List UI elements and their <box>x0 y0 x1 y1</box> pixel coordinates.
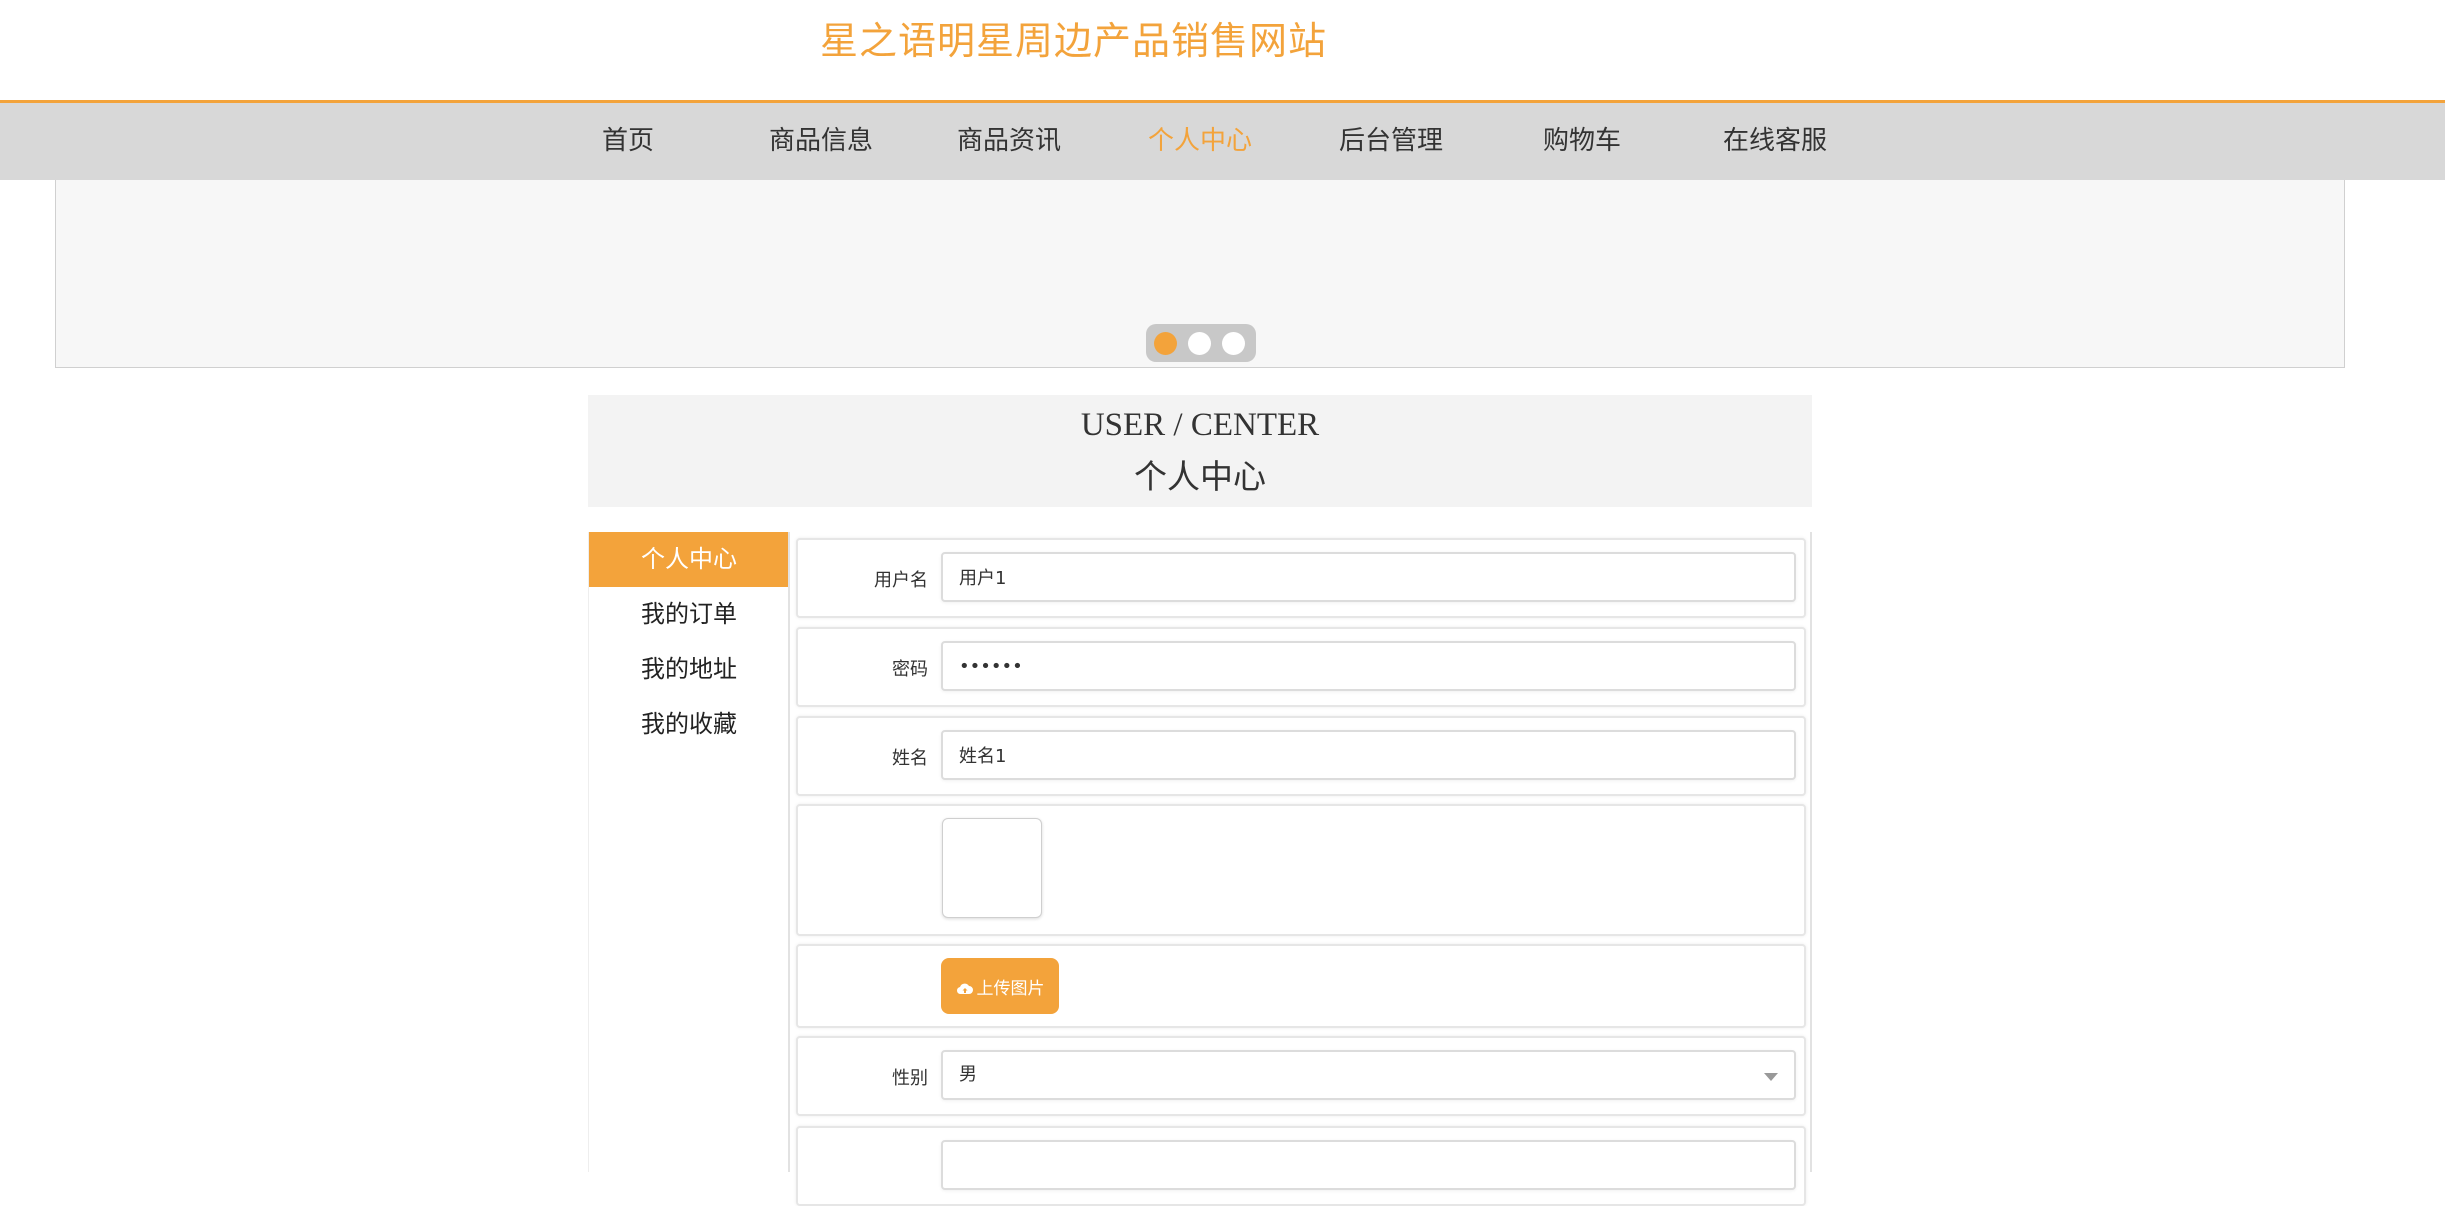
carousel-dot-1[interactable] <box>1154 332 1177 355</box>
name-label: 姓名 <box>892 748 928 769</box>
phone-input[interactable] <box>941 1140 1796 1190</box>
sidebar-item-favorites[interactable]: 我的收藏 <box>589 697 789 752</box>
site-title: 星之语明星周边产品销售网站 <box>820 19 1328 63</box>
name-input[interactable] <box>941 730 1796 780</box>
user-sidebar: 个人中心 我的订单 我的地址 我的收藏 <box>588 532 789 1172</box>
gender-select[interactable]: 男 <box>941 1050 1796 1100</box>
section-header: USER / CENTER 个人中心 <box>588 395 1812 507</box>
form-row-name: 姓名 <box>796 716 1806 796</box>
form-row-phone <box>796 1126 1806 1206</box>
form-row-username: 用户名 <box>796 538 1806 618</box>
nav-item-home[interactable]: 首页 <box>602 103 654 180</box>
chevron-down-icon <box>1764 1073 1778 1081</box>
password-input[interactable] <box>941 641 1796 691</box>
carousel-dot-3[interactable] <box>1222 332 1245 355</box>
section-title-en: USER / CENTER <box>1080 407 1320 443</box>
upload-image-button[interactable]: 上传图片 <box>941 958 1059 1014</box>
form-row-password: 密码 <box>796 627 1806 707</box>
form-row-upload: 上传图片 <box>796 944 1806 1028</box>
username-label: 用户名 <box>874 570 928 591</box>
form-row-gender: 性别 男 <box>796 1036 1806 1116</box>
carousel-indicators <box>1146 324 1256 362</box>
profile-form: 用户名 密码 姓名 上传图片 性别 男 <box>788 532 1812 1206</box>
avatar-image <box>942 818 1042 918</box>
nav-item-products[interactable]: 商品信息 <box>769 103 873 180</box>
section-title-zh: 个人中心 <box>1134 460 1266 496</box>
sidebar-item-user-center[interactable]: 个人中心 <box>589 532 789 587</box>
carousel-dot-2[interactable] <box>1188 332 1211 355</box>
nav-item-user-center[interactable]: 个人中心 <box>1148 103 1252 180</box>
nav-item-online-service[interactable]: 在线客服 <box>1723 103 1827 180</box>
gender-label: 性别 <box>892 1068 928 1089</box>
nav-item-admin[interactable]: 后台管理 <box>1339 103 1443 180</box>
main-navbar: 首页 商品信息 商品资讯 个人中心 后台管理 购物车 在线客服 <box>0 100 2445 180</box>
nav-item-cart[interactable]: 购物车 <box>1543 103 1621 180</box>
upload-button-label: 上传图片 <box>976 978 1045 999</box>
password-label: 密码 <box>892 659 928 680</box>
gender-selected-value: 男 <box>959 1064 977 1085</box>
cloud-upload-icon <box>956 983 973 994</box>
sidebar-item-orders[interactable]: 我的订单 <box>589 587 789 642</box>
form-row-avatar <box>796 804 1806 936</box>
username-input[interactable] <box>941 552 1796 602</box>
sidebar-item-addresses[interactable]: 我的地址 <box>589 642 789 697</box>
nav-item-news[interactable]: 商品资讯 <box>957 103 1061 180</box>
